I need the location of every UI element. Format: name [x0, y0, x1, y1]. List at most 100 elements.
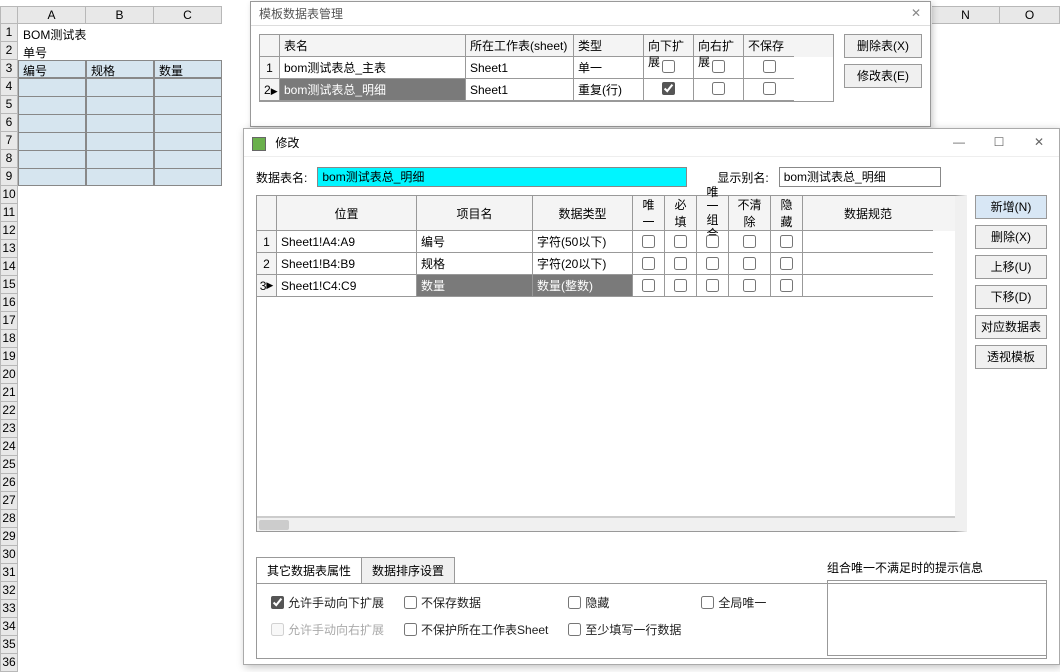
row-28[interactable]: 28	[0, 510, 18, 528]
cell-expand-right[interactable]	[694, 57, 744, 79]
row-4[interactable]: 4	[0, 78, 18, 96]
pivot-template-button[interactable]: 透视模板	[975, 345, 1047, 369]
col-field-name[interactable]: 项目名	[417, 196, 533, 231]
col-nosave[interactable]: 不保存	[744, 35, 794, 57]
row-36[interactable]: 36	[0, 654, 18, 672]
cell-noclear[interactable]	[729, 253, 771, 275]
cell-required[interactable]	[665, 231, 697, 253]
col-dataspec[interactable]: 数据规范	[803, 196, 933, 231]
cell-nosave[interactable]	[744, 57, 794, 79]
row-17[interactable]: 17	[0, 312, 18, 330]
col-c[interactable]: C	[154, 6, 222, 24]
cell-name[interactable]: bom测试表总_主表	[280, 57, 466, 79]
check-hidden[interactable]: 隐藏	[568, 594, 681, 611]
row-25[interactable]: 25	[0, 456, 18, 474]
minimize-icon[interactable]: ―	[939, 129, 979, 157]
combo-unique-message-input[interactable]	[827, 580, 1047, 656]
move-up-button[interactable]: 上移(U)	[975, 255, 1047, 279]
tab-sort-settings[interactable]: 数据排序设置	[361, 557, 455, 583]
col-required[interactable]: 必填	[665, 196, 697, 231]
row-31[interactable]: 31	[0, 564, 18, 582]
row-5[interactable]: 5	[0, 96, 18, 114]
col-expand-right[interactable]: 向右扩展	[694, 35, 744, 57]
cell-field-name[interactable]: 数量	[417, 275, 533, 297]
field-row[interactable]: 1 Sheet1!A4:A9 编号 字符(50以下)	[257, 231, 955, 253]
alias-input[interactable]: bom测试表总_明细	[779, 167, 941, 187]
cell-datatype[interactable]: 数量(整数)	[533, 275, 633, 297]
cell-dataspec[interactable]	[803, 275, 933, 297]
cell-expand-right[interactable]	[694, 79, 744, 101]
row-15[interactable]: 15	[0, 276, 18, 294]
row-22[interactable]: 22	[0, 402, 18, 420]
map-data-table-button[interactable]: 对应数据表	[975, 315, 1047, 339]
cell-field-name[interactable]: 编号	[417, 231, 533, 253]
cell-hidden[interactable]	[771, 253, 803, 275]
fields-grid[interactable]: 位置 项目名 数据类型 唯一 必填 唯一 组合 不清除 隐藏 数据规范 1 Sh…	[256, 195, 967, 532]
row-19[interactable]: 19	[0, 348, 18, 366]
cell-unique[interactable]	[633, 275, 665, 297]
cell-combo-unique[interactable]	[697, 253, 729, 275]
col-combo-unique[interactable]: 唯一 组合	[697, 196, 729, 231]
col-n[interactable]: N	[932, 6, 1000, 24]
cell-combo-unique[interactable]	[697, 275, 729, 297]
row-30[interactable]: 30	[0, 546, 18, 564]
cell-field-name[interactable]: 规格	[417, 253, 533, 275]
col-sheet[interactable]: 所在工作表(sheet)	[466, 35, 574, 57]
cell-datatype[interactable]: 字符(20以下)	[533, 253, 633, 275]
row-8[interactable]: 8	[0, 150, 18, 168]
sheet-corner[interactable]	[0, 6, 18, 24]
col-noclear[interactable]: 不清除	[729, 196, 771, 231]
cell-position[interactable]: Sheet1!B4:B9	[277, 253, 417, 275]
table-name-input[interactable]: bom测试表总_明细	[317, 167, 687, 187]
cell-dataspec[interactable]	[803, 253, 933, 275]
row-13[interactable]: 13	[0, 240, 18, 258]
row-16[interactable]: 16	[0, 294, 18, 312]
delete-button[interactable]: 删除(X)	[975, 225, 1047, 249]
col-datatype[interactable]: 数据类型	[533, 196, 633, 231]
col-unique[interactable]: 唯一	[633, 196, 665, 231]
row-3[interactable]: 3	[0, 60, 18, 78]
row-21[interactable]: 21	[0, 384, 18, 402]
row-34[interactable]: 34	[0, 618, 18, 636]
row-12[interactable]: 12	[0, 222, 18, 240]
cell-datatype[interactable]: 字符(50以下)	[533, 231, 633, 253]
cell-expand-down[interactable]	[644, 79, 694, 101]
col-table-name[interactable]: 表名	[280, 35, 466, 57]
close-icon[interactable]: ✕	[908, 6, 924, 22]
row-23[interactable]: 23	[0, 420, 18, 438]
row-26[interactable]: 26	[0, 474, 18, 492]
cell-expand-down[interactable]	[644, 57, 694, 79]
cell-name[interactable]: bom测试表总_明细	[280, 79, 466, 101]
horizontal-scrollbar[interactable]	[257, 517, 955, 531]
row-29[interactable]: 29	[0, 528, 18, 546]
row-14[interactable]: 14	[0, 258, 18, 276]
modify-table-button[interactable]: 修改表(E)	[844, 64, 922, 88]
cell-position[interactable]: Sheet1!A4:A9	[277, 231, 417, 253]
row-33[interactable]: 33	[0, 600, 18, 618]
cell-sheet[interactable]: Sheet1	[466, 57, 574, 79]
row-7[interactable]: 7	[0, 132, 18, 150]
row-11[interactable]: 11	[0, 204, 18, 222]
close-icon[interactable]: ✕	[1019, 129, 1059, 157]
cell-dataspec[interactable]	[803, 231, 933, 253]
check-global-unique[interactable]: 全局唯一	[701, 594, 766, 611]
delete-table-button[interactable]: 删除表(X)	[844, 34, 922, 58]
col-b[interactable]: B	[86, 6, 154, 24]
cell-combo-unique[interactable]	[697, 231, 729, 253]
cell-nosave[interactable]	[744, 79, 794, 101]
row-18[interactable]: 18	[0, 330, 18, 348]
cell-unique[interactable]	[633, 253, 665, 275]
row-6[interactable]: 6	[0, 114, 18, 132]
col-o[interactable]: O	[1000, 6, 1060, 24]
col-hidden[interactable]: 隐藏	[771, 196, 803, 231]
check-atleast-one-row[interactable]: 至少填写一行数据	[568, 621, 681, 638]
cell-type[interactable]: 重复(行)	[574, 79, 644, 101]
row-24[interactable]: 24	[0, 438, 18, 456]
col-expand-down[interactable]: 向下扩展	[644, 35, 694, 57]
row-35[interactable]: 35	[0, 636, 18, 654]
cell-required[interactable]	[665, 253, 697, 275]
cell-sheet[interactable]: Sheet1	[466, 79, 574, 101]
check-noprotect[interactable]: 不保护所在工作表Sheet	[404, 621, 548, 638]
new-button[interactable]: 新增(N)	[975, 195, 1047, 219]
cell-type[interactable]: 单一	[574, 57, 644, 79]
